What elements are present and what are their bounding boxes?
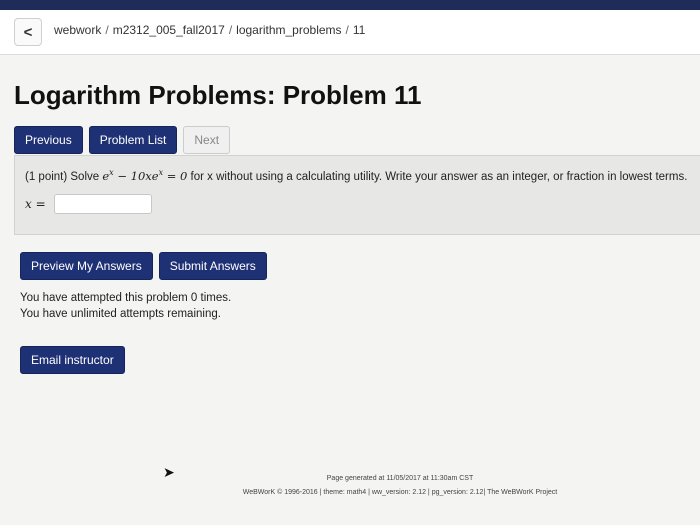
breadcrumb-course[interactable]: m2312_005_fall2017 [113, 23, 225, 37]
back-button[interactable]: < [14, 18, 42, 46]
breadcrumb: webwork / m2312_005_fall2017/logarithm_pro… [54, 23, 365, 37]
footer-credits: WeBWorK © 1996-2016 | theme: math4 | ww_… [242, 489, 558, 496]
breadcrumb-separator: / [105, 23, 109, 37]
preview-answers-button[interactable]: Preview My Answers [20, 252, 153, 280]
breadcrumb-separator: / [228, 23, 233, 37]
breadcrumb-set[interactable]: logarithm_problems [236, 23, 341, 37]
problem-instructions: for x without using a calculating utilit… [190, 170, 688, 183]
submit-answers-button[interactable]: Submit Answers [158, 252, 267, 280]
next-button[interactable]: Next [183, 126, 231, 154]
attempts-text: You have attempted this problem 0 times. [20, 292, 232, 304]
answer-actions: Preview My Answers Submit Answers [20, 252, 267, 280]
mouse-cursor-icon: ➤ [163, 464, 175, 480]
problem-statement: (1 point) Solve ex − 10xex = 0 for x wit… [25, 168, 687, 183]
page-title: Logarithm Problems: Problem 11 [14, 80, 422, 110]
breadcrumb-separator: / [345, 23, 349, 37]
attempt-status: You have attempted this problem 0 times.… [20, 290, 231, 322]
remaining-text: You have unlimited attempts remaining. [20, 308, 221, 320]
previous-button[interactable]: Previous [14, 126, 83, 154]
equation: ex − 10xex = 0 [102, 168, 188, 183]
chevron-left-icon: < [23, 23, 33, 41]
answer-label: x = [25, 197, 46, 211]
problem-list-button[interactable]: Problem List [88, 126, 178, 154]
problem-panel: (1 point) Solve ex − 10xex = 0 for x wit… [14, 155, 700, 235]
breadcrumb-webwork[interactable]: webwork [54, 23, 101, 37]
problem-points: (1 point) Solve [25, 170, 100, 183]
footer-generated: Page generated at 11/05/2017 at 11:30am … [326, 475, 474, 482]
email-instructor-button[interactable]: Email instructor [20, 346, 125, 374]
breadcrumb-bar: < webwork / m2312_005_fall2017/logarithm_p… [0, 10, 700, 55]
email-section: Email instructor [20, 346, 125, 374]
breadcrumb-problem: 11 [352, 23, 366, 37]
top-header-strip [0, 0, 700, 10]
answer-row: x = [25, 194, 152, 214]
footer: Page generated at 11/05/2017 at 11:30am … [190, 472, 610, 500]
answer-input[interactable] [53, 194, 152, 214]
problem-nav: Previous Problem List Next [14, 126, 231, 154]
